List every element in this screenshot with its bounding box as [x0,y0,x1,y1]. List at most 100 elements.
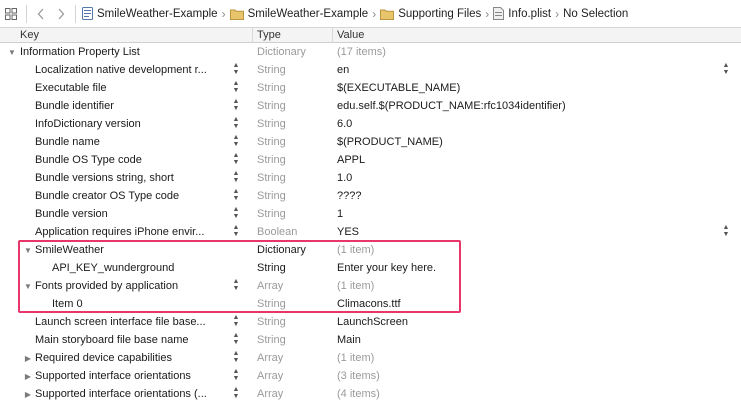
key-stepper-icon[interactable]: ▲ ▼ [232,116,240,132]
key-stepper-icon[interactable]: ▲ ▼ [232,224,240,240]
plist-row[interactable]: Bundle OS Type code ▲ ▼ String APPL [0,151,741,169]
key-stepper-icon[interactable]: ▲ ▼ [232,350,240,366]
row-value[interactable]: (4 items) [337,385,380,403]
plist-row[interactable]: ▶ Required device capabilities ▲ ▼ Array (1 i… [0,349,741,367]
row-value[interactable]: (1 item) [337,277,374,295]
row-key: Bundle creator OS Type code [35,190,180,202]
breadcrumb-file[interactable]: Info.plist [491,0,553,28]
row-value[interactable]: 6.0 [337,115,352,133]
disclosure-closed-icon[interactable]: ▶ [22,385,34,403]
row-key: API_KEY_wunderground [52,262,175,274]
plist-row[interactable]: Bundle creator OS Type code ▲ ▼ String???? [0,187,741,205]
row-value[interactable]: edu.self.$(PRODUCT_NAME:rfc1034identifie… [337,97,566,115]
key-stepper-icon[interactable]: ▲ ▼ [232,80,240,96]
plist-row[interactable]: ▼ SmileWeather Dictionary (1 item) [0,241,741,259]
key-stepper-icon[interactable]: ▲ ▼ [232,188,240,204]
row-type: Dictionary [257,46,306,58]
row-key: Bundle name [35,136,100,148]
row-value[interactable]: ???? [337,187,361,205]
row-value[interactable]: $(PRODUCT_NAME) [337,133,443,151]
plist-row[interactable]: Bundle versions string, short ▲ ▼ String 1.0 [0,169,741,187]
plist-row[interactable]: Localization native development r... ▲ ▼ St… [0,61,741,79]
plist-row[interactable]: ▼ Fonts provided by application ▲ ▼ Array (1 … [0,277,741,295]
row-key: Item 0 [52,298,83,310]
row-value[interactable]: en [337,61,349,79]
key-stepper-icon[interactable]: ▲ ▼ [232,98,240,114]
plist-row[interactable]: Launch screen interface file base... ▲ ▼ St… [0,313,741,331]
row-key: Application requires iPhone envir... [35,226,205,238]
key-stepper-icon[interactable]: ▲ ▼ [232,314,240,330]
breadcrumb-project[interactable]: SmileWeather-Example [80,0,220,28]
plist-row[interactable]: ▶ Supported interface orientations (... ▲ ▼… [0,385,741,403]
row-value[interactable]: 1 [337,205,343,223]
plist-rows: ▼ Information Property List Dictionary (… [0,43,741,403]
row-value[interactable]: (1 item) [337,241,374,259]
row-type: String [257,118,286,130]
row-key: Executable file [35,82,107,94]
disclosure-open-icon[interactable]: ▼ [22,241,34,259]
forward-arrow-icon[interactable] [51,0,71,28]
key-stepper-icon[interactable]: ▲ ▼ [232,368,240,384]
row-value[interactable]: LaunchScreen [337,313,408,331]
row-value: (17 items) [337,46,386,58]
row-type: String [257,82,286,94]
row-value[interactable]: $(EXECUTABLE_NAME) [337,79,460,97]
row-value[interactable]: (1 item) [337,349,374,367]
row-value[interactable]: Enter your key here. [337,259,436,277]
disclosure-closed-icon[interactable]: ▶ [22,367,34,385]
row-value[interactable]: APPL [337,151,365,169]
plist-row[interactable]: Main storyboard file base name ▲ ▼ String Ma… [0,331,741,349]
key-column-header[interactable]: Key [16,28,39,43]
disclosure-open-icon[interactable]: ▼ [22,277,34,295]
type-column-header[interactable]: Type [252,28,332,43]
row-type: String [257,190,286,202]
row-key: Bundle versions string, short [35,172,174,184]
key-stepper-icon[interactable]: ▲ ▼ [232,134,240,150]
row-type: String [257,64,286,76]
key-stepper-icon[interactable]: ▲ ▼ [232,152,240,168]
row-value[interactable]: YES [337,223,359,241]
breadcrumb-selection[interactable]: No Selection [561,0,630,28]
key-stepper-icon[interactable]: ▲ ▼ [232,278,240,294]
plist-row[interactable]: Bundle name ▲ ▼ String $(PRODUCT_NAME) [0,133,741,151]
disclosure-open-icon[interactable]: ▼ [6,43,18,61]
breadcrumb-label: No Selection [563,7,629,20]
jumpbar-divider [26,4,27,23]
plist-row[interactable]: Executable file ▲ ▼ String $(EXECUTABLE_NAME… [0,79,741,97]
back-arrow-icon[interactable] [31,0,51,28]
row-type: Array [257,352,284,364]
plist-row[interactable]: API_KEY_wunderground String Enter your key… [0,259,741,277]
key-stepper-icon[interactable]: ▲ ▼ [232,62,240,78]
chevron-right-icon: › [221,6,226,21]
value-stepper-icon[interactable]: ▲ ▼ [722,224,730,240]
row-value[interactable]: (3 items) [337,367,380,385]
row-type: String [257,298,286,310]
row-type: Dictionary [257,244,306,256]
plist-root-row[interactable]: ▼ Information Property List Dictionary (… [0,43,741,61]
row-value[interactable]: Main [337,331,361,349]
plist-row[interactable]: Application requires iPhone envir... ▲ ▼ Bo… [0,223,741,241]
key-stepper-icon[interactable]: ▲ ▼ [232,332,240,348]
value-column-header[interactable]: Value [332,28,364,43]
value-stepper-icon[interactable]: ▲ ▼ [722,62,730,78]
row-value[interactable]: 1.0 [337,169,352,187]
jumpbar-divider [75,4,76,23]
row-key: Launch screen interface file base... [35,316,206,328]
key-stepper-icon[interactable]: ▲ ▼ [232,386,240,402]
disclosure-closed-icon[interactable]: ▶ [22,349,34,367]
row-value[interactable]: Climacons.ttf [337,295,401,313]
plist-row[interactable]: ▶ Supported interface orientations ▲ ▼ Array… [0,367,741,385]
plist-row[interactable]: Item 0 String Climacons.ttf [0,295,741,313]
row-key: Bundle version [35,208,108,220]
key-stepper-icon[interactable]: ▲ ▼ [232,170,240,186]
plist-row[interactable]: InfoDictionary version ▲ ▼ String 6.0 [0,115,741,133]
breadcrumb-supporting-files[interactable]: Supporting Files [378,0,483,28]
row-key: SmileWeather [35,244,104,256]
plist-row[interactable]: Bundle identifier ▲ ▼ String edu.self.$(PROD… [0,97,741,115]
related-items-grid-icon[interactable] [0,0,22,28]
key-stepper-icon[interactable]: ▲ ▼ [232,206,240,222]
row-key: Localization native development r... [35,64,207,76]
breadcrumb-group[interactable]: SmileWeather-Example [228,0,371,28]
breadcrumb-label: Supporting Files [398,7,482,20]
plist-row[interactable]: Bundle version ▲ ▼ String 1 [0,205,741,223]
